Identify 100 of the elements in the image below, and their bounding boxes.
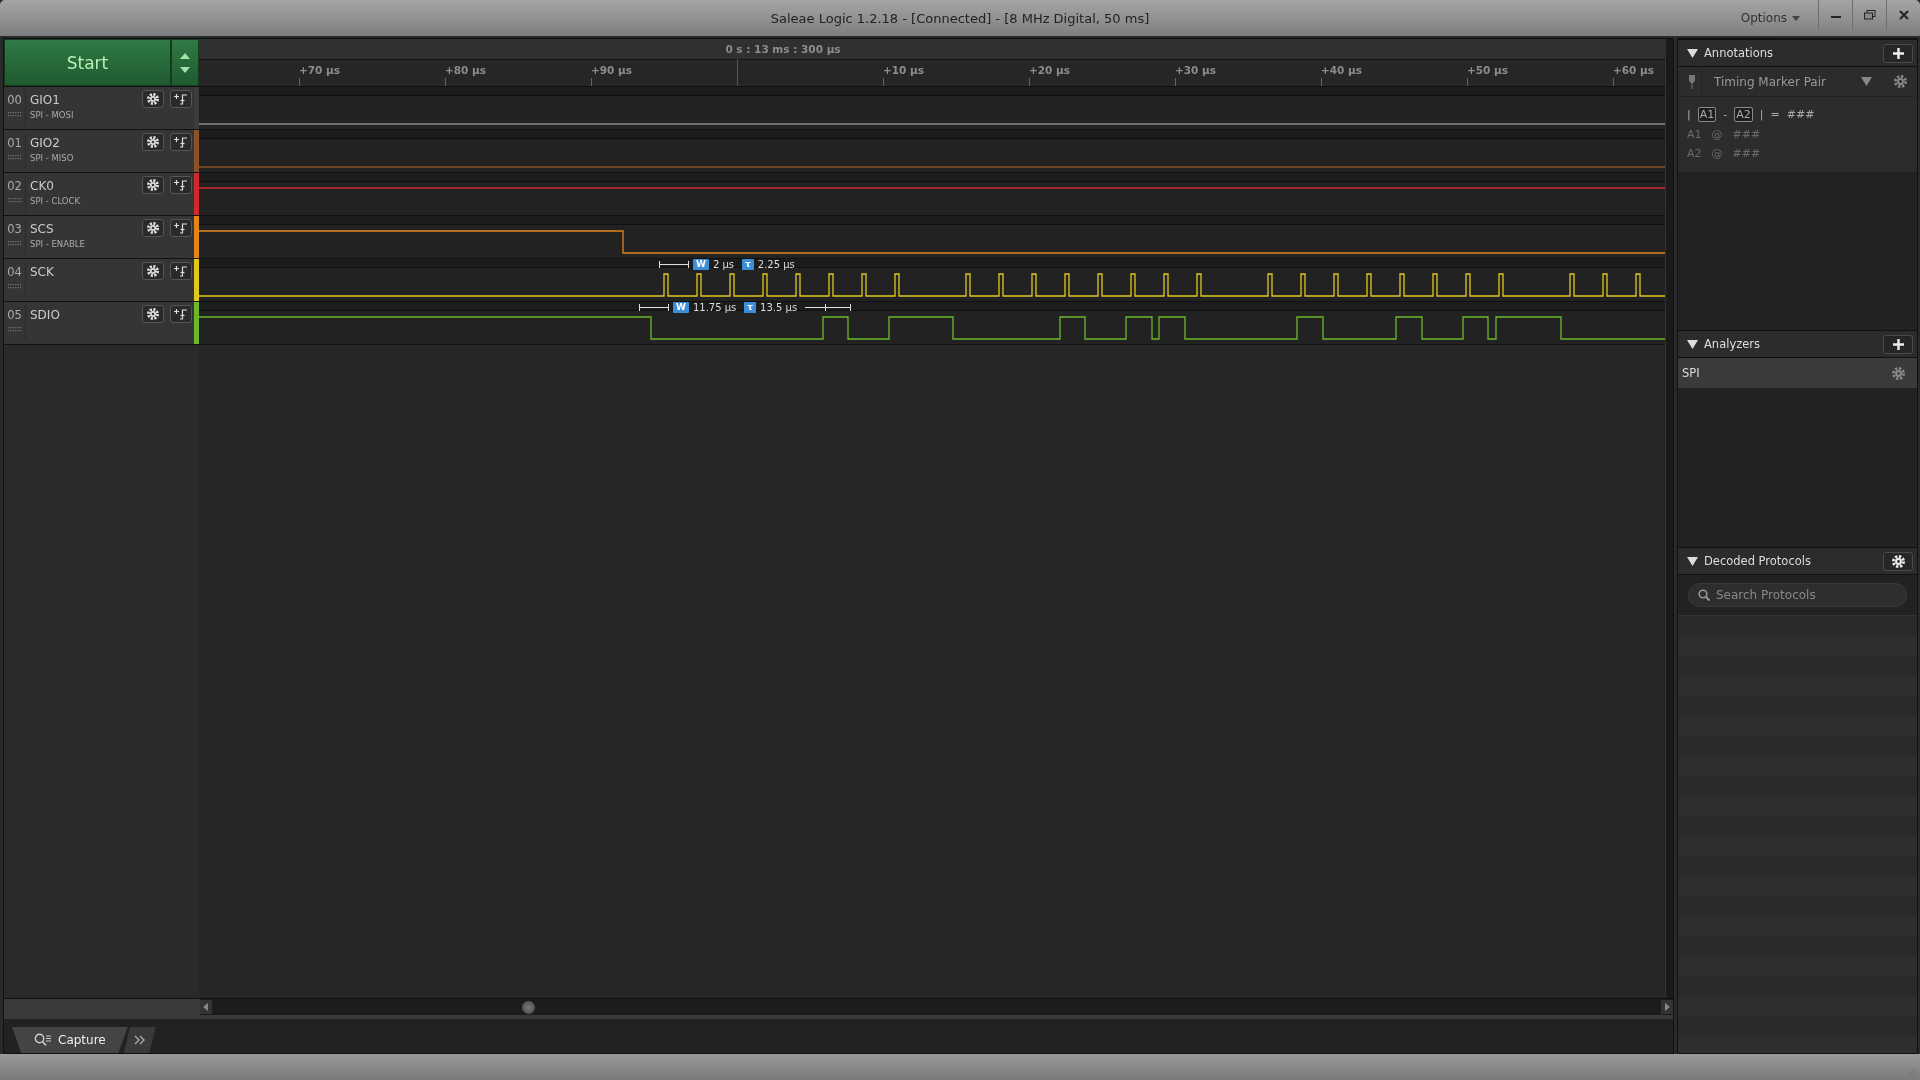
measurement-value: 11.75 µs xyxy=(692,302,737,313)
trigger-button[interactable] xyxy=(170,90,192,108)
add-button[interactable] xyxy=(1883,334,1913,354)
scroll-thumb[interactable] xyxy=(522,1001,535,1014)
channel-function: SPI - MISO xyxy=(30,153,75,163)
collapse-triangle-icon xyxy=(1687,556,1698,566)
vertical-scrollbar[interactable] xyxy=(1665,39,1673,998)
measurement-tag: τ xyxy=(742,259,754,270)
collapse-triangle-icon xyxy=(1687,48,1698,58)
channel-number: 05 xyxy=(7,308,22,322)
trigger-button[interactable] xyxy=(170,262,192,280)
grip-icon xyxy=(7,327,22,332)
analyzers-header[interactable]: Analyzers xyxy=(1678,330,1917,358)
rising-edge-icon xyxy=(174,308,188,320)
options-menu[interactable]: Options xyxy=(1722,0,1818,36)
trigger-button[interactable] xyxy=(170,305,192,323)
tick-label: +80 µs xyxy=(445,64,487,76)
width-arrow-icon xyxy=(659,261,689,268)
channel-header[interactable]: 02 CK0 SPI - CLOCK xyxy=(4,173,194,215)
add-button[interactable] xyxy=(1883,43,1913,63)
channel-number: 00 xyxy=(7,93,22,107)
capture-tab[interactable]: Capture xyxy=(12,1027,128,1053)
marker-name: A1 xyxy=(1687,128,1702,141)
rising-edge-icon xyxy=(174,265,188,277)
panel-title: Annotations xyxy=(1704,46,1775,60)
channel-number: 03 xyxy=(7,222,22,236)
rising-edge-icon xyxy=(174,136,188,148)
channel-number: 01 xyxy=(7,136,22,150)
tick-label: +90 µs xyxy=(591,64,633,76)
channel-name: GIO2 xyxy=(30,136,61,150)
channel-header[interactable]: 05 SDIO xyxy=(4,302,194,344)
trigger-button[interactable] xyxy=(170,176,192,194)
window-title: Saleae Logic 1.2.18 - [Connected] - [8 MHz Digital, 50 ms] xyxy=(770,10,1150,26)
channel-number: 02 xyxy=(7,179,22,193)
channel-function: SPI - MOSI xyxy=(30,110,75,120)
formula-symbol: - xyxy=(1723,108,1728,121)
grip-icon xyxy=(7,112,22,117)
settings-button[interactable] xyxy=(142,219,164,237)
close-icon xyxy=(1898,10,1909,20)
grip-icon xyxy=(7,155,22,160)
measurement-value: 13.5 µs xyxy=(760,302,798,313)
marker-time: ### xyxy=(1732,147,1761,160)
caret-icon xyxy=(1861,77,1872,86)
trigger-button[interactable] xyxy=(170,133,192,151)
settings-icon xyxy=(147,93,159,105)
up-down-arrows-icon xyxy=(180,51,190,74)
tick-label: +70 µs xyxy=(299,64,341,76)
measurement-tag: W xyxy=(693,259,709,270)
settings-button[interactable] xyxy=(142,176,164,194)
marker-time: ### xyxy=(1732,128,1761,141)
channel-header[interactable]: 03 SCS SPI - ENABLE xyxy=(4,216,194,258)
channel-function: SPI - CLOCK xyxy=(30,196,82,206)
channel-name: SCK xyxy=(30,265,55,279)
annotations-header[interactable]: Annotations xyxy=(1678,39,1917,67)
horizontal-scrollbar[interactable] xyxy=(200,999,1673,1015)
start-options-button[interactable] xyxy=(171,39,199,86)
formula-symbol: = xyxy=(1770,108,1780,121)
settings-button[interactable] xyxy=(142,262,164,280)
settings-button[interactable] xyxy=(142,90,164,108)
cursor-time: 0 s : 13 ms : 300 µs xyxy=(725,43,841,55)
settings-icon xyxy=(147,308,159,320)
tick-label: +40 µs xyxy=(1321,64,1363,76)
formula-symbol: | xyxy=(1687,108,1691,121)
settings-button[interactable] xyxy=(142,305,164,323)
decoded-protocols-header[interactable]: Decoded Protocols xyxy=(1678,547,1917,575)
search-field[interactable]: Search Protocols xyxy=(1688,583,1907,607)
tick-label: +20 µs xyxy=(1029,64,1071,76)
measurement-value: 2 µs xyxy=(712,259,735,270)
search-icon xyxy=(34,1033,52,1047)
settings-button[interactable] xyxy=(1883,551,1913,571)
settings-icon xyxy=(147,179,159,191)
double-chevron-icon xyxy=(133,1035,146,1045)
channel-header[interactable]: 01 GIO2 SPI - MISO xyxy=(4,130,194,172)
marker-tag: A1 xyxy=(1697,107,1717,122)
channel-header[interactable]: 00 GIO1 SPI - MOSI xyxy=(4,87,194,129)
expand-tabs-button[interactable] xyxy=(123,1027,156,1053)
tick-label: +60 µs xyxy=(1613,64,1655,76)
at-symbol: @ xyxy=(1711,147,1723,160)
settings-button[interactable] xyxy=(142,133,164,151)
grip-icon xyxy=(7,241,22,246)
marker-type-dropdown[interactable]: Timing Marker Pair xyxy=(1701,67,1880,96)
marker-tag: A2 xyxy=(1734,107,1753,122)
settings-icon xyxy=(147,136,159,148)
collapse-triangle-icon xyxy=(1687,339,1698,349)
grip-icon xyxy=(7,284,22,289)
channel-name: SDIO xyxy=(30,308,61,322)
analyzer-item[interactable]: SPI xyxy=(1678,358,1917,388)
width-arrow-icon xyxy=(639,304,669,311)
start-button[interactable]: Start xyxy=(4,39,171,86)
settings-icon xyxy=(147,265,159,277)
restore-icon xyxy=(1863,10,1876,20)
panel-title: Decoded Protocols xyxy=(1704,554,1812,568)
channel-header[interactable]: 04 SCK xyxy=(4,259,194,301)
channel-name: GIO1 xyxy=(30,93,61,107)
tick-label: +10 µs xyxy=(883,64,925,76)
at-symbol: @ xyxy=(1711,128,1723,141)
channel-name: SCS xyxy=(30,222,55,236)
rising-edge-icon xyxy=(174,93,188,105)
trigger-button[interactable] xyxy=(170,219,192,237)
measurement-tag: W xyxy=(673,302,689,313)
